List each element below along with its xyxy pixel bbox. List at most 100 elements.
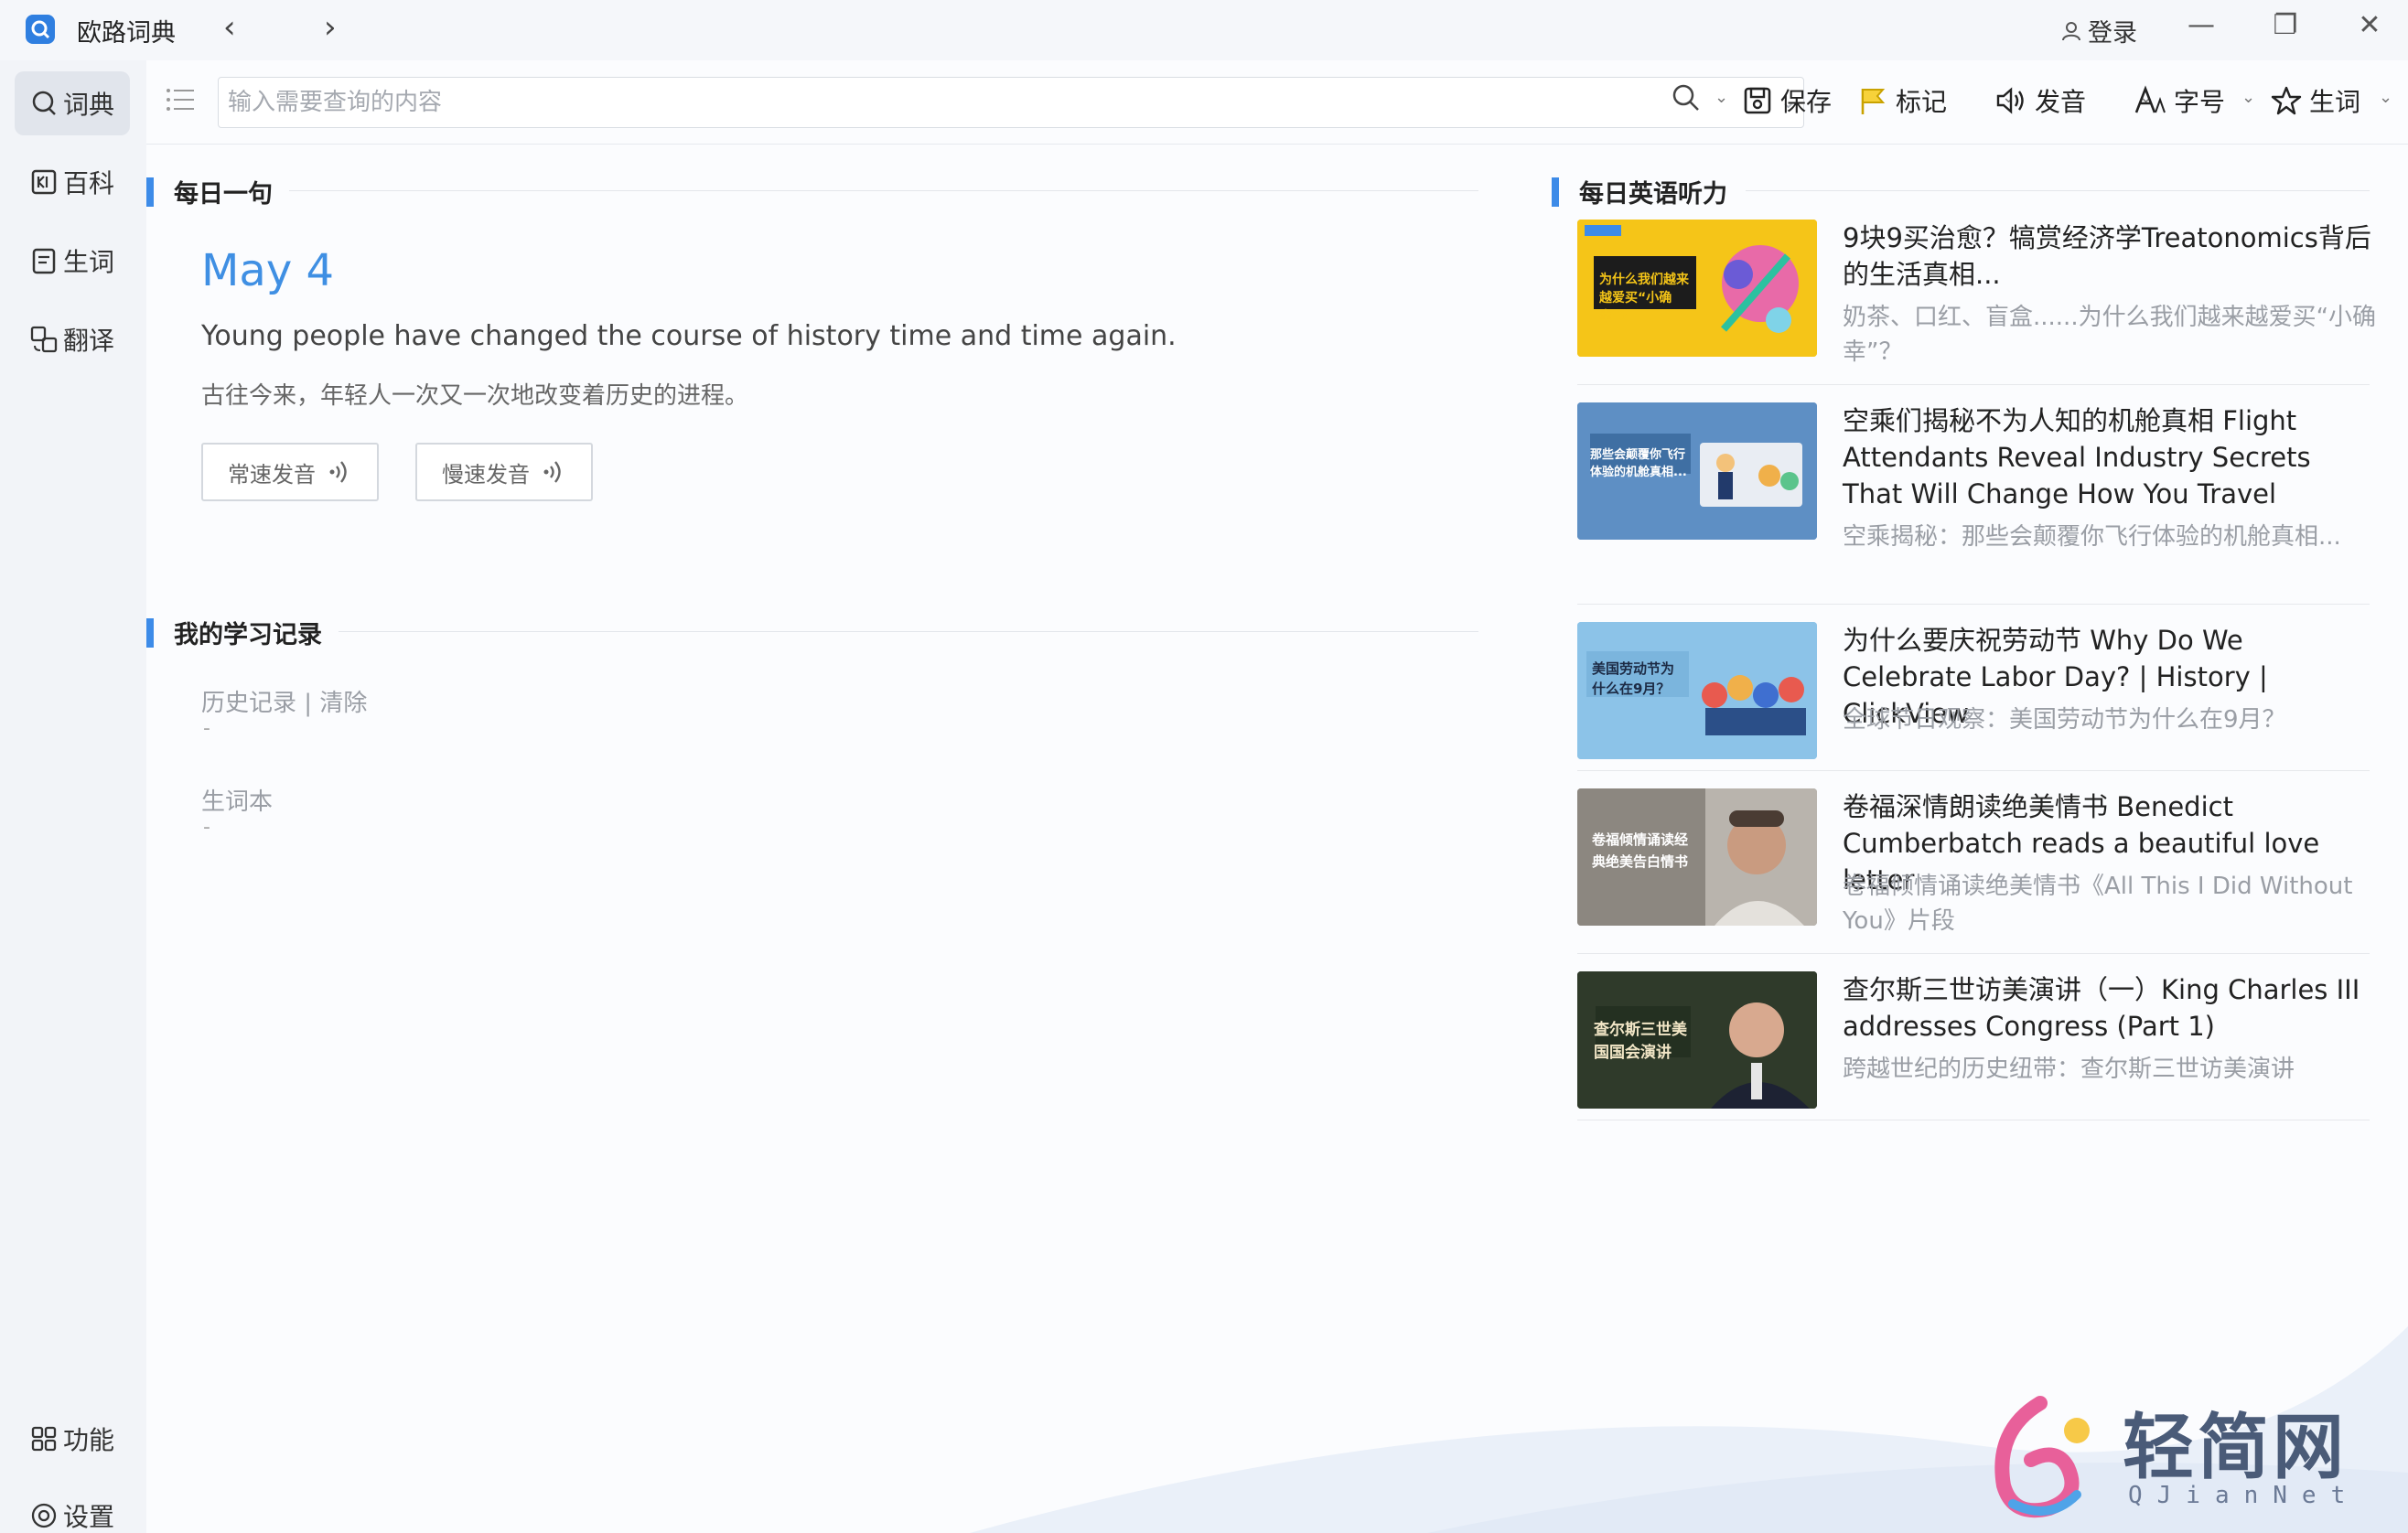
thumbnail-caption: 那些会颠覆你飞行体验的机舱真相... bbox=[1590, 448, 1687, 479]
sidebar-item-translate[interactable]: 翻译 bbox=[15, 307, 130, 371]
listening-item[interactable]: 查尔斯三世美国国会演讲 查尔斯三世访美演讲（一）King Charles III… bbox=[1577, 971, 2370, 1118]
login-button[interactable]: 登录 bbox=[2060, 13, 2137, 48]
search-mode-chevron-down-icon[interactable]: ⌄ bbox=[1715, 88, 1728, 107]
flag-icon bbox=[1861, 89, 1886, 114]
sidebar-item-functions[interactable]: 功能 bbox=[15, 1407, 130, 1471]
speaker-icon bbox=[1996, 87, 2024, 114]
sidebar-item-label: 翻译 bbox=[62, 326, 114, 356]
sound-wave-icon bbox=[543, 461, 561, 483]
search-icon bbox=[1672, 84, 1699, 111]
font-size-button[interactable]: 字号 bbox=[2134, 82, 2225, 119]
wordbook-empty-value: - bbox=[203, 816, 210, 839]
sidebar-item-label: 词典 bbox=[62, 90, 114, 120]
list-divider bbox=[1577, 604, 2370, 605]
section-title: 每日一句 bbox=[174, 180, 273, 209]
listening-description: 奶茶、口红、盲盒......为什么我们越来越爱买“小确幸”？ bbox=[1843, 304, 2377, 366]
minimize-icon[interactable]: — bbox=[2183, 9, 2220, 41]
watermark-text: 轻简网 bbox=[2123, 1407, 2349, 1489]
search-button[interactable] bbox=[1671, 82, 1702, 113]
listening-description: 跨越世纪的历史纽带：查尔斯三世访美演讲 bbox=[1843, 1056, 2295, 1083]
grid-apps-icon bbox=[30, 1425, 58, 1453]
sidebar-item-wordbook[interactable]: 生词 bbox=[15, 229, 130, 293]
forward-arrow-icon[interactable]: › bbox=[324, 9, 337, 46]
list-divider bbox=[1577, 953, 2370, 954]
title-bar: 欧路词典 ‹ › 登录 — ❐ ✕ bbox=[0, 0, 2408, 60]
listening-item[interactable]: 那些会颠覆你飞行体验的机舱真相... 空乘们揭秘不为人知的机舱真相 Flight… bbox=[1577, 402, 2370, 604]
thumbnail-caption: 查尔斯三世美国国会演讲 bbox=[1594, 1021, 1687, 1062]
encyclopedia-icon bbox=[30, 168, 58, 196]
history-empty-value: - bbox=[203, 717, 210, 740]
site-watermark: 轻简网 QJianNet bbox=[1976, 1390, 2379, 1528]
mark-button[interactable]: 标记 bbox=[1857, 82, 1947, 119]
font-size-chevron-down-icon[interactable]: ⌄ bbox=[2241, 88, 2255, 107]
new-word-label: 生词 bbox=[2309, 87, 2361, 117]
sidebar-item-label: 生词 bbox=[62, 247, 114, 277]
listening-description: 空乘揭秘：那些会颠覆你飞行体验的机舱真相... bbox=[1843, 523, 2341, 551]
wordbook-icon bbox=[30, 247, 58, 274]
sidebar-item-label: 功能 bbox=[62, 1425, 114, 1455]
study-record-header: 我的学习记录 bbox=[146, 615, 322, 650]
daily-listening-header: 每日英语听力 bbox=[1552, 174, 1727, 209]
add-new-word-button[interactable]: 生词 bbox=[2271, 82, 2360, 119]
section-accent-bar bbox=[146, 617, 154, 648]
normal-speed-audio-button[interactable]: 常速发音 bbox=[201, 443, 379, 501]
user-icon bbox=[2062, 21, 2080, 40]
section-divider bbox=[289, 190, 1478, 191]
daily-sentence-english[interactable]: Young people have changed the course of … bbox=[201, 320, 1177, 352]
dictionary-search-icon bbox=[30, 90, 58, 117]
listening-item[interactable]: 卷福倾情诵读经典绝美告白情书 卷福深情朗读绝美情书 Benedict Cumbe… bbox=[1577, 788, 2370, 953]
close-icon[interactable]: ✕ bbox=[2351, 9, 2388, 41]
listening-title[interactable]: 空乘们揭秘不为人知的机舱真相 Flight Attendants Reveal … bbox=[1843, 402, 2379, 512]
sidebar-item-settings[interactable]: 设置 bbox=[15, 1484, 130, 1533]
daily-sentence-chinese: 古往今来，年轻人一次又一次地改变着历史的进程。 bbox=[201, 382, 749, 410]
listening-thumbnail[interactable]: 卷福倾情诵读经典绝美告白情书 bbox=[1577, 788, 1817, 926]
listening-thumbnail[interactable]: 那些会颠覆你飞行体验的机舱真相... bbox=[1577, 402, 1817, 540]
sidebar-item-encyclopedia[interactable]: 百科 bbox=[15, 150, 130, 214]
clear-history-link[interactable]: 清除 bbox=[319, 690, 367, 717]
listening-thumbnail[interactable]: 美国劳动节为什么在9月？ bbox=[1577, 622, 1817, 759]
listening-item[interactable]: 美国劳动节为什么在9月？ 为什么要庆祝劳动节 Why Do We Celebra… bbox=[1577, 622, 2370, 759]
watermark-logo-icon bbox=[1994, 1396, 2090, 1518]
listening-item[interactable]: 为什么我们越来越爱买“小确幸”？ 9块9买治愈？犒赏经济学Treatonomic… bbox=[1577, 220, 2376, 384]
sidebar-item-label: 设置 bbox=[62, 1502, 114, 1532]
pronounce-label: 发音 bbox=[2035, 87, 2087, 117]
app-logo-icon bbox=[26, 15, 55, 44]
wordbook-link[interactable]: 生词本 bbox=[201, 783, 273, 817]
mark-label: 标记 bbox=[1896, 87, 1948, 117]
font-size-label: 字号 bbox=[2174, 87, 2226, 117]
history-link[interactable]: 历史记录 bbox=[201, 690, 296, 717]
slow-speed-audio-button[interactable]: 慢速发音 bbox=[415, 443, 593, 501]
section-accent-bar bbox=[1552, 177, 1559, 207]
daily-sentence-date: May 4 bbox=[201, 245, 335, 296]
search-box: ⌄ bbox=[218, 77, 1804, 128]
listening-description: 全球节日观察：美国劳动节为什么在9月？ bbox=[1843, 706, 2286, 734]
listening-title[interactable]: 查尔斯三世访美演讲（一）King Charles III addresses C… bbox=[1843, 971, 2379, 1045]
sidebar-item-dictionary[interactable]: 词典 bbox=[15, 71, 130, 135]
watermark-subtext: QJianNet bbox=[2128, 1482, 2360, 1509]
listening-thumbnail[interactable]: 为什么我们越来越爱买“小确幸”？ bbox=[1577, 220, 1817, 357]
section-divider bbox=[1746, 190, 2370, 191]
daily-sentence-header: 每日一句 bbox=[146, 174, 273, 209]
list-icon[interactable] bbox=[165, 86, 196, 117]
login-label: 登录 bbox=[2088, 19, 2137, 48]
listening-title[interactable]: 9块9买治愈？犒赏经济学Treatonomics背后的生活真相... bbox=[1843, 220, 2379, 293]
sound-wave-icon bbox=[329, 461, 347, 483]
star-icon bbox=[2271, 86, 2302, 115]
new-word-chevron-down-icon[interactable]: ⌄ bbox=[2379, 88, 2392, 107]
listening-description: 卷福倾情诵读绝美情书《All This I Did Without You》片段 bbox=[1843, 873, 2353, 935]
thumbnail-caption: 美国劳动节为什么在9月？ bbox=[1592, 660, 1675, 697]
sidebar: 词典 百科 生词 翻译 功能 设置 bbox=[0, 60, 146, 1533]
slow-speed-label: 慢速发音 bbox=[442, 461, 530, 488]
back-arrow-icon[interactable]: ‹ bbox=[223, 9, 236, 46]
history-separator: | bbox=[296, 690, 320, 717]
restore-icon[interactable]: ❐ bbox=[2267, 9, 2304, 41]
listening-thumbnail[interactable]: 查尔斯三世美国国会演讲 bbox=[1577, 971, 1817, 1109]
history-row: 历史记录 | 清除 bbox=[201, 684, 367, 718]
search-input[interactable] bbox=[219, 78, 1765, 127]
toolbar: ⌄ ⌄ 保存 标记 ⌄ 发音 ⌄ 字号 ⌄ 生词 ⌄ bbox=[146, 60, 2408, 145]
thumbnail-caption: 卷福倾情诵读经典绝美告白情书 bbox=[1592, 831, 1689, 870]
save-button[interactable]: 保存 bbox=[1742, 82, 1832, 119]
pronounce-button[interactable]: 发音 bbox=[1994, 82, 2086, 119]
section-accent-bar bbox=[146, 177, 154, 207]
section-divider bbox=[339, 631, 1478, 632]
